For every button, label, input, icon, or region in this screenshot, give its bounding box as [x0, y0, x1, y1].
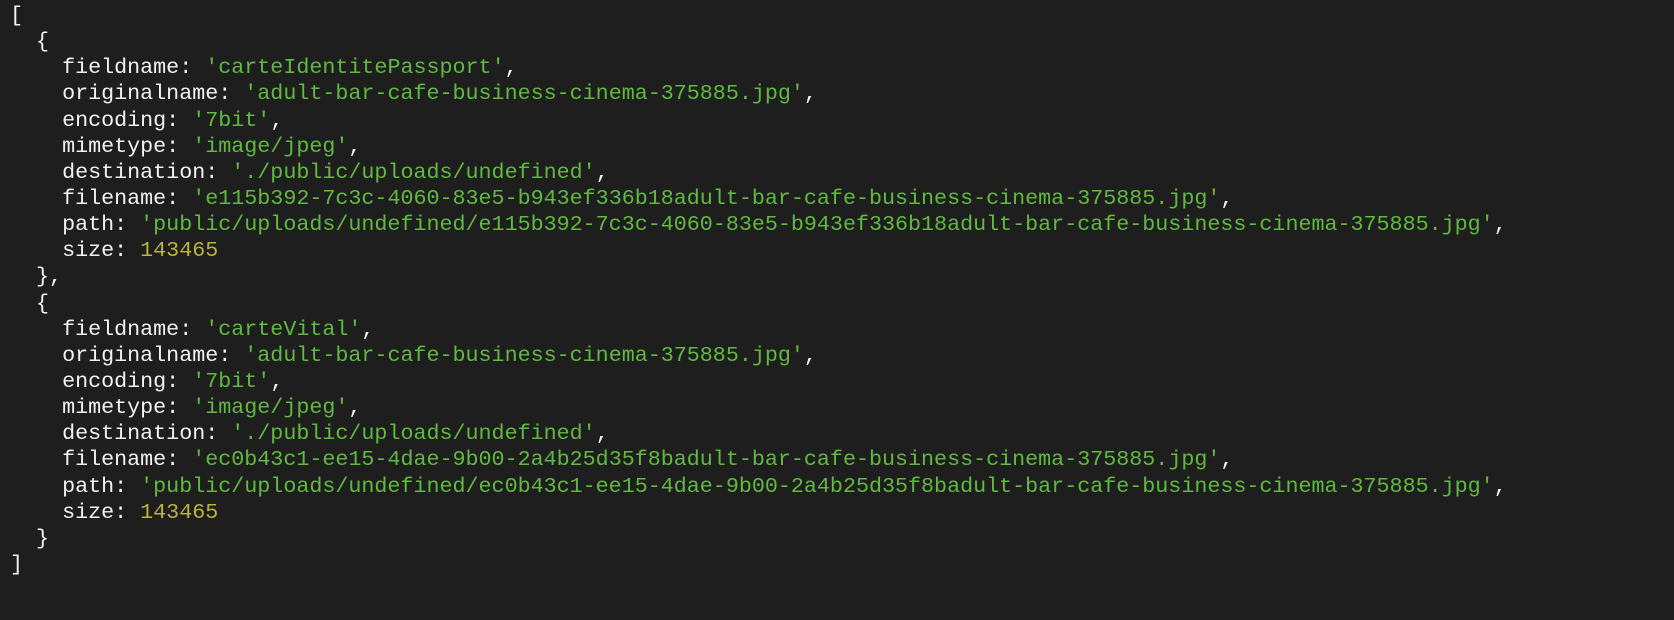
- field-value-path: public/uploads/undefined/ec0b43c1-ee15-4…: [140, 474, 1494, 499]
- field-line-fieldname: fieldname: carteVital,: [10, 317, 1674, 343]
- field-line-originalname: originalname: adult-bar-cafe-business-ci…: [10, 343, 1674, 369]
- object-close-brace: },: [10, 264, 63, 290]
- field-line-mimetype: mimetype: image/jpeg,: [10, 134, 1674, 160]
- field-line-path: path: public/uploads/undefined/e115b392-…: [10, 212, 1674, 238]
- object-close-brace: }: [10, 525, 50, 551]
- field-value-size: 143465: [140, 499, 219, 525]
- field-key: fieldname:: [62, 316, 193, 342]
- field-line-fieldname: fieldname: carteIdentitePassport,: [10, 55, 1674, 81]
- field-line-encoding: encoding: 7bit,: [10, 369, 1674, 395]
- field-key: originalname:: [62, 81, 232, 107]
- field-value-size: 143465: [140, 238, 219, 264]
- field-line-encoding: encoding: 7bit,: [10, 108, 1674, 134]
- field-key: path:: [62, 473, 128, 499]
- field-key: filename:: [62, 185, 180, 211]
- field-line-size: size: 143465: [10, 500, 1674, 526]
- field-line-size: size: 143465: [10, 238, 1674, 264]
- field-value-originalname: adult-bar-cafe-business-cinema-375885.jp…: [244, 343, 804, 368]
- field-value-filename: e115b392-7c3c-4060-83e5-b943ef336b18adul…: [192, 186, 1220, 211]
- field-value-encoding: 7bit: [192, 369, 270, 394]
- field-key: mimetype:: [62, 133, 180, 159]
- field-line-path: path: public/uploads/undefined/ec0b43c1-…: [10, 474, 1674, 500]
- array-close-bracket: ]: [10, 551, 24, 577]
- field-value-filename: ec0b43c1-ee15-4dae-9b00-2a4b25d35f8badul…: [192, 447, 1220, 472]
- field-value-fieldname: carteVital: [205, 317, 361, 342]
- object-open-brace: {: [10, 29, 50, 55]
- field-value-encoding: 7bit: [192, 108, 270, 133]
- field-key: size:: [62, 238, 128, 264]
- field-line-filename: filename: ec0b43c1-ee15-4dae-9b00-2a4b25…: [10, 447, 1674, 473]
- field-value-destination: ./public/uploads/undefined: [231, 160, 595, 185]
- field-line-mimetype: mimetype: image/jpeg,: [10, 395, 1674, 421]
- field-line-filename: filename: e115b392-7c3c-4060-83e5-b943ef…: [10, 186, 1674, 212]
- field-key: destination:: [62, 421, 219, 447]
- terminal-output: [ { fieldname: carteIdentitePassport, or…: [0, 0, 1674, 578]
- field-value-originalname: adult-bar-cafe-business-cinema-375885.jp…: [244, 81, 804, 106]
- field-key: encoding:: [62, 368, 180, 394]
- field-value-mimetype: image/jpeg: [192, 395, 348, 420]
- field-value-destination: ./public/uploads/undefined: [231, 421, 595, 446]
- field-key: encoding:: [62, 107, 180, 133]
- field-key: fieldname:: [62, 55, 193, 81]
- field-line-originalname: originalname: adult-bar-cafe-business-ci…: [10, 81, 1674, 107]
- field-line-destination: destination: ./public/uploads/undefined,: [10, 160, 1674, 186]
- field-key: originalname:: [62, 342, 232, 368]
- field-line-destination: destination: ./public/uploads/undefined,: [10, 421, 1674, 447]
- field-key: filename:: [62, 447, 180, 473]
- field-key: mimetype:: [62, 395, 180, 421]
- array-open-bracket: [: [10, 3, 24, 28]
- field-value-path: public/uploads/undefined/e115b392-7c3c-4…: [140, 212, 1494, 237]
- field-key: path:: [62, 212, 128, 238]
- field-value-fieldname: carteIdentitePassport: [205, 55, 504, 80]
- field-key: size:: [62, 499, 128, 525]
- field-value-mimetype: image/jpeg: [192, 134, 348, 159]
- object-open-brace: {: [10, 290, 50, 316]
- field-key: destination:: [62, 159, 219, 185]
